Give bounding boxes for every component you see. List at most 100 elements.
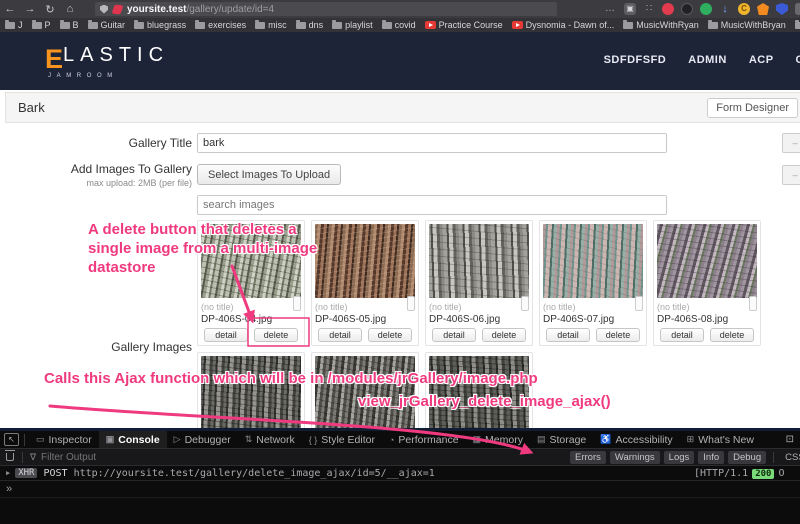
coin-extension-icon[interactable]: C xyxy=(738,3,750,15)
filter-output-input[interactable]: Filter Output xyxy=(41,452,96,463)
drag-handle[interactable] xyxy=(293,296,301,311)
folder-icon xyxy=(795,22,800,29)
drag-handle[interactable] xyxy=(407,296,415,311)
dark-extension-icon[interactable] xyxy=(681,3,693,15)
nav-item-sdfdfsfd[interactable]: SDFDFSFD xyxy=(604,54,667,66)
detail-button[interactable]: detail xyxy=(318,328,362,342)
folder-icon xyxy=(88,22,98,29)
detail-button[interactable]: detail xyxy=(432,328,476,342)
drag-handle[interactable] xyxy=(635,296,643,311)
filter-warnings-button[interactable]: Warnings xyxy=(610,451,660,464)
filter-info-button[interactable]: Info xyxy=(698,451,724,464)
tab-performance[interactable]: ◔Performance xyxy=(382,431,466,449)
help-button-clipped[interactable]: – xyxy=(782,165,800,185)
metamask-extension-icon[interactable] xyxy=(757,3,769,15)
clipped-extension-icon[interactable] xyxy=(795,3,800,15)
image-filename: DP-406S-06.jpg xyxy=(429,313,529,326)
back-icon[interactable]: ← xyxy=(0,3,20,15)
filter-errors-button[interactable]: Errors xyxy=(570,451,606,464)
bookmark-folder[interactable]: J xyxy=(5,20,23,30)
tab-network[interactable]: ⇅Network xyxy=(238,431,302,449)
disclosure-triangle-icon[interactable]: ▶ xyxy=(6,469,10,477)
tab-console[interactable]: ▣Console xyxy=(99,431,167,449)
detail-button[interactable]: detail xyxy=(546,328,590,342)
http-version: [HTTP/1.1 xyxy=(694,468,748,479)
reload-icon[interactable]: ↻ xyxy=(40,3,60,16)
url-bar[interactable]: yoursite.test/gallery/update/id=4 xyxy=(95,2,557,16)
detail-button[interactable]: detail xyxy=(660,328,704,342)
element-picker-icon[interactable]: ↖ xyxy=(4,433,19,446)
delete-button[interactable]: delete xyxy=(596,328,640,342)
bookmark-folder[interactable]: misc xyxy=(255,20,287,30)
logo-letter-e: E xyxy=(45,44,63,74)
tracking-protection-shield-icon[interactable] xyxy=(100,5,108,14)
extensions-grid-icon[interactable]: ∷ xyxy=(643,3,655,15)
filter-logs-button[interactable]: Logs xyxy=(664,451,695,464)
detail-button[interactable]: detail xyxy=(204,328,248,342)
response-status: [HTTP/1.1 200 O xyxy=(694,466,784,481)
gallery-card: (no title) DP-406S-04.jpg detaildelete xyxy=(197,220,305,346)
drag-handle[interactable] xyxy=(749,296,757,311)
bookmark-folder[interactable]: exercises xyxy=(195,20,246,30)
filter-css-button[interactable]: CSS xyxy=(781,451,800,464)
bookmark-folder[interactable]: crypto xyxy=(795,20,800,30)
drag-handle[interactable] xyxy=(521,296,529,311)
bookmark-youtube[interactable]: Dysnomia - Dawn of... xyxy=(512,20,615,30)
image-filename: DP-406S-07.jpg xyxy=(543,313,643,326)
console-prompt-icon[interactable]: » xyxy=(6,483,12,495)
evernote-extension-icon[interactable] xyxy=(700,3,712,15)
bookmark-label: P xyxy=(45,20,51,30)
form-designer-button[interactable]: Form Designer xyxy=(707,98,798,118)
bookmark-label: exercises xyxy=(208,20,246,30)
delete-button[interactable]: delete xyxy=(482,328,526,342)
bookmark-folder[interactable]: P xyxy=(32,20,51,30)
site-logo[interactable]: ELASTIC JAMROOM xyxy=(45,44,169,79)
bookmark-folder[interactable]: dns xyxy=(296,20,324,30)
bookmark-folder[interactable]: bluegrass xyxy=(134,20,186,30)
bookmark-folder[interactable]: covid xyxy=(382,20,416,30)
bookmark-folder[interactable]: MusicWithRyan xyxy=(623,20,699,30)
home-icon[interactable]: ⌂ xyxy=(60,3,80,15)
forward-icon[interactable]: → xyxy=(20,3,40,15)
bookmark-folder[interactable]: MusicWithBryan xyxy=(708,20,786,30)
toolbar-extensions: … ▣ ∷ ↓ C xyxy=(603,0,800,18)
logo-sub-text: JAMROOM xyxy=(48,73,169,79)
debugger-icon: ▷ xyxy=(174,434,181,445)
downloads-icon[interactable]: ↓ xyxy=(719,3,731,15)
tab-debugger[interactable]: ▷Debugger xyxy=(167,431,238,449)
nav-item-clipped[interactable]: C xyxy=(796,54,800,66)
red-extension-icon[interactable] xyxy=(662,3,674,15)
select-images-button[interactable]: Select Images To Upload xyxy=(197,164,341,185)
help-button-clipped[interactable]: – xyxy=(782,133,800,153)
tab-whats-new[interactable]: ⊞What's New xyxy=(680,431,761,449)
shield-extension-icon[interactable] xyxy=(776,3,788,15)
responsive-design-mode-icon[interactable]: ⊡ xyxy=(786,434,800,445)
tab-accessibility[interactable]: ♿Accessibility xyxy=(593,431,679,449)
search-images-input[interactable] xyxy=(197,195,667,215)
bookmark-label: Dysnomia - Dawn of... xyxy=(526,20,615,30)
delete-button[interactable]: delete xyxy=(368,328,412,342)
tab-memory[interactable]: ▦Memory xyxy=(466,431,530,449)
gallery-title-input[interactable] xyxy=(197,133,667,153)
tab-style-editor[interactable]: { }Style Editor xyxy=(302,431,382,449)
overflow-menu-icon[interactable]: … xyxy=(603,3,617,15)
nav-item-admin[interactable]: ADMIN xyxy=(688,54,727,66)
filter-debug-button[interactable]: Debug xyxy=(728,451,766,464)
browser-toolbar: ← → ↻ ⌂ yoursite.test/gallery/update/id=… xyxy=(0,0,800,18)
tab-storage[interactable]: ▤Storage xyxy=(530,431,593,449)
delete-button[interactable]: delete xyxy=(254,328,298,342)
bookmark-folder[interactable]: Guitar xyxy=(88,20,126,30)
delete-button[interactable]: delete xyxy=(710,328,754,342)
nav-item-acp[interactable]: ACP xyxy=(749,54,774,66)
bookmark-folder[interactable]: playlist xyxy=(332,20,373,30)
request-url[interactable]: http://yoursite.test/gallery/delete_imag… xyxy=(74,468,435,479)
tab-inspector[interactable]: ▭Inspector xyxy=(29,431,99,449)
image-title: (no title) xyxy=(657,302,690,312)
image-title: (no title) xyxy=(201,302,234,312)
accessibility-icon: ♿ xyxy=(600,434,611,445)
screenshot-extension-icon[interactable]: ▣ xyxy=(624,3,636,15)
status-code-badge: 200 xyxy=(752,469,774,479)
bookmark-folder[interactable]: B xyxy=(60,20,79,30)
bookmark-youtube[interactable]: Practice Course xyxy=(425,20,503,30)
clear-console-icon[interactable] xyxy=(6,453,14,461)
